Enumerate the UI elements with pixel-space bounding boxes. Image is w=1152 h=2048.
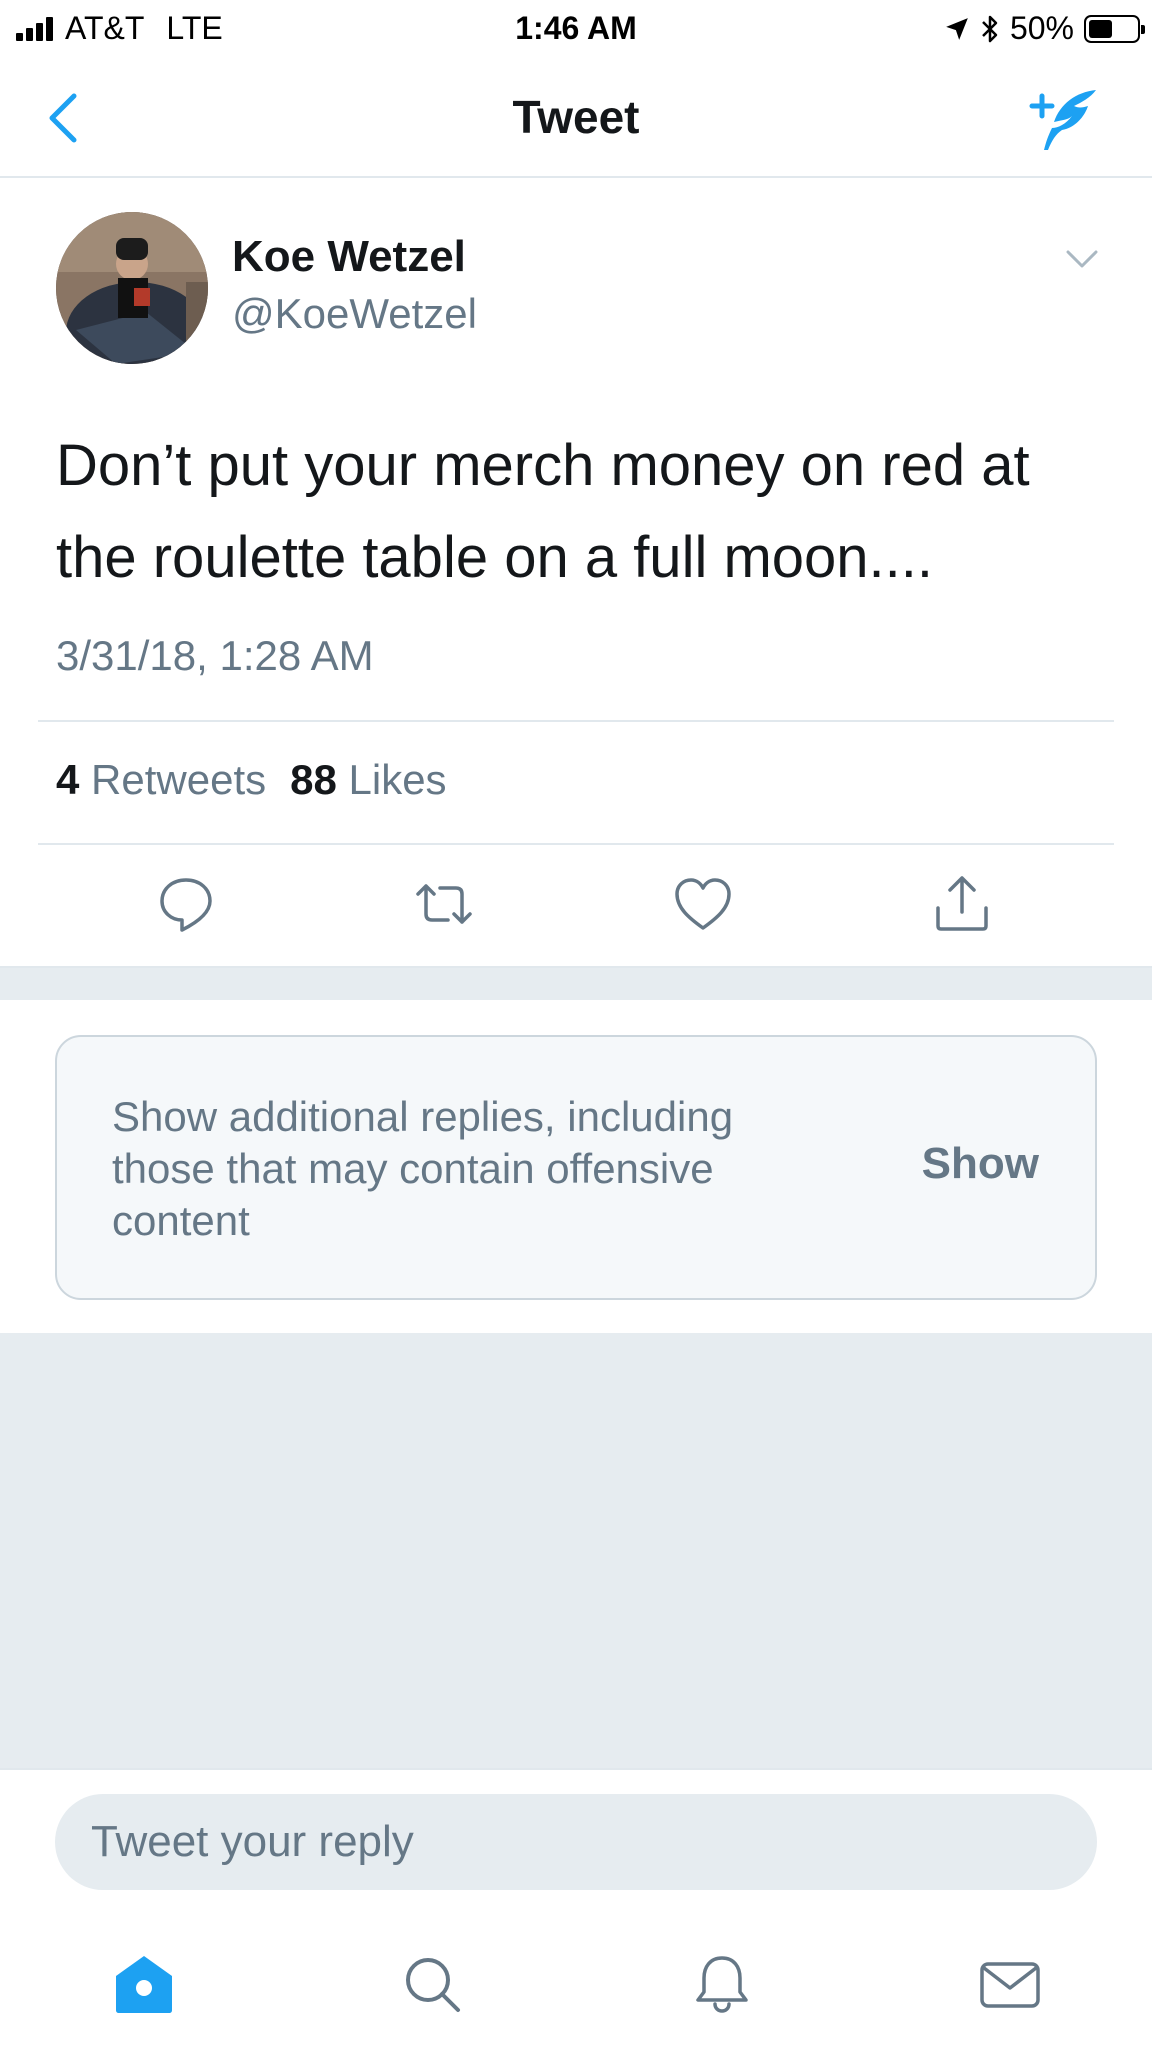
bluetooth-icon <box>982 15 998 42</box>
nav-bar: Tweet <box>0 58 1152 178</box>
retweets-stat[interactable]: 4 Retweets <box>56 756 266 804</box>
messages-icon[interactable] <box>978 1952 1042 2016</box>
reply-bar: Tweet your reply <box>0 1768 1152 1908</box>
divider <box>38 720 1114 722</box>
likes-stat[interactable]: 88 Likes <box>290 756 446 804</box>
battery-percent: 50% <box>1009 10 1074 46</box>
reply-input[interactable]: Tweet your reply <box>55 1794 1097 1890</box>
additional-replies-card: Show additional replies, including those… <box>55 1035 1097 1300</box>
share-icon[interactable] <box>930 872 994 936</box>
likes-label: Likes <box>348 756 447 803</box>
tab-bar <box>0 1908 1152 2048</box>
location-arrow-icon <box>946 17 968 40</box>
tweet-stats: 4 Retweets 88 Likes <box>56 756 447 804</box>
status-right: 50% <box>944 10 1145 47</box>
chevron-down-icon[interactable] <box>1064 244 1100 274</box>
divider <box>38 843 1114 845</box>
notifications-icon[interactable] <box>690 1952 754 2016</box>
page-title: Tweet <box>512 91 640 143</box>
home-icon[interactable] <box>112 1952 176 2016</box>
like-icon[interactable] <box>671 872 735 936</box>
avatar[interactable] <box>56 212 208 364</box>
tweet-actions <box>0 872 1152 952</box>
empty-replies-area <box>0 1333 1152 1768</box>
show-replies-button[interactable]: Show <box>922 1139 1039 1189</box>
retweets-count: 4 <box>56 756 80 803</box>
battery-icon <box>1084 14 1145 43</box>
tweet-timestamp: 3/31/18, 1:28 AM <box>56 632 374 679</box>
compose-tweet-icon[interactable] <box>1026 84 1102 154</box>
retweet-icon[interactable] <box>412 872 476 936</box>
tweet-text: Don’t put your merch money on red at the… <box>56 433 1030 590</box>
author-handle[interactable]: @KoeWetzel <box>232 290 477 338</box>
search-icon[interactable] <box>400 1952 464 2016</box>
status-bar: AT&T LTE 1:46 AM 50% <box>0 0 1152 58</box>
avatar-image <box>56 212 208 364</box>
likes-count: 88 <box>290 756 337 803</box>
retweets-label: Retweets <box>91 756 267 803</box>
additional-replies-message: Show additional replies, including those… <box>112 1093 734 1244</box>
section-separator <box>0 966 1152 1000</box>
author-name[interactable]: Koe Wetzel <box>232 232 466 282</box>
reply-icon[interactable] <box>154 872 218 936</box>
